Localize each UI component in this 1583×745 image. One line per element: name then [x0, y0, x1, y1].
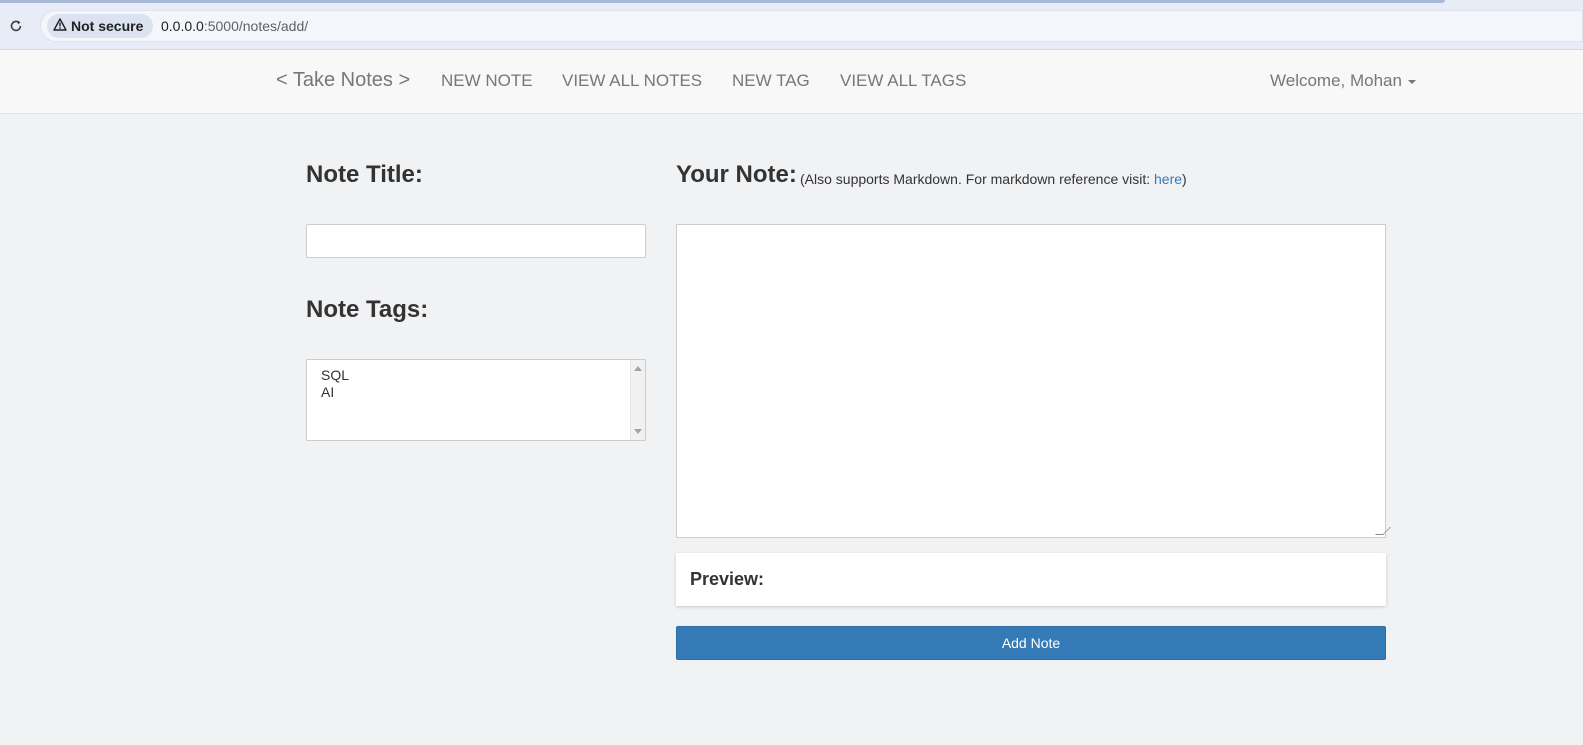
your-note-heading: Your Note:	[676, 161, 797, 188]
brand-link[interactable]: < Take Notes >	[276, 69, 410, 92]
nav-view-all-notes[interactable]: VIEW ALL NOTES	[562, 71, 702, 91]
url-text[interactable]: 0.0.0.0:5000/notes/add/	[161, 18, 308, 34]
security-label: Not secure	[71, 18, 144, 34]
welcome-text: Welcome, Mohan	[1270, 71, 1402, 90]
markdown-reference-link[interactable]: here	[1154, 171, 1182, 187]
security-chip[interactable]: Not secure	[47, 14, 153, 38]
markdown-help-suffix: )	[1182, 171, 1187, 187]
nav-view-all-tags[interactable]: VIEW ALL TAGS	[840, 71, 966, 91]
scroll-down-icon[interactable]	[634, 429, 642, 434]
chevron-down-icon	[1407, 80, 1416, 84]
note-title-input[interactable]	[306, 224, 646, 258]
reload-icon[interactable]	[6, 16, 26, 36]
tags-scrollbar[interactable]	[630, 360, 645, 440]
add-note-button[interactable]: Add Note	[676, 626, 1386, 660]
browser-toolbar: Not secure 0.0.0.0:5000/notes/add/	[0, 0, 1583, 50]
scroll-up-icon[interactable]	[634, 366, 642, 371]
markdown-help-text: (Also supports Markdown. For markdown re…	[800, 171, 1187, 187]
note-tags-select[interactable]: SQL AI	[306, 359, 646, 441]
url-path: :5000/notes/add/	[203, 18, 309, 34]
note-title-heading: Note Title:	[306, 161, 423, 188]
preview-panel: Preview:	[676, 553, 1386, 606]
warning-triangle-icon	[53, 18, 67, 34]
url-host: 0.0.0.0	[161, 18, 204, 34]
tag-option-sql[interactable]: SQL	[321, 367, 349, 383]
address-bar[interactable]: Not secure 0.0.0.0:5000/notes/add/	[40, 10, 1583, 42]
app-navbar: < Take Notes > NEW NOTE VIEW ALL NOTES N…	[0, 50, 1583, 114]
markdown-help-prefix: (Also supports Markdown. For markdown re…	[800, 171, 1155, 187]
resize-grip-icon[interactable]	[1375, 527, 1391, 535]
user-menu[interactable]: Welcome, Mohan	[1270, 71, 1416, 91]
note-body-textarea[interactable]	[676, 224, 1391, 538]
tag-option-ai[interactable]: AI	[321, 384, 334, 400]
preview-label: Preview:	[690, 569, 765, 589]
nav-new-note[interactable]: NEW NOTE	[441, 71, 533, 91]
tab-strip	[0, 0, 1445, 3]
nav-new-tag[interactable]: NEW TAG	[732, 71, 810, 91]
note-tags-heading: Note Tags:	[306, 296, 429, 323]
